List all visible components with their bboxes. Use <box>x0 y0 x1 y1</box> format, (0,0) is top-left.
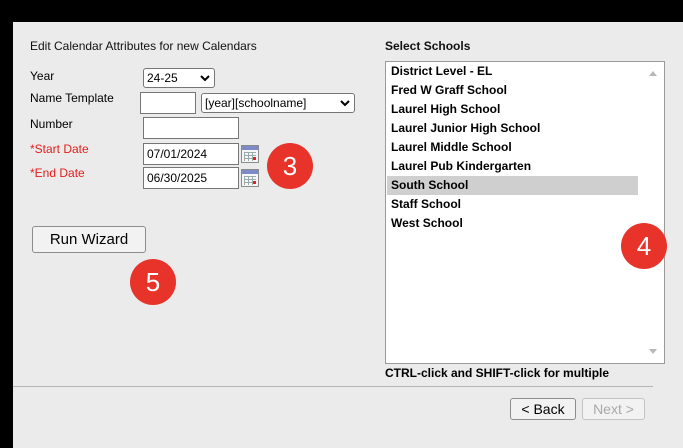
list-item[interactable]: District Level - EL <box>387 62 638 81</box>
year-select[interactable]: 24-25 <box>143 68 215 88</box>
list-item[interactable]: Staff School <box>387 195 638 214</box>
list-item[interactable]: Laurel Middle School <box>387 138 638 157</box>
multi-select-hint: CTRL-click and SHIFT-click for multiple <box>385 366 610 380</box>
name-template-select-value: [year][schoolname] <box>205 96 307 110</box>
schools-listbox[interactable]: District Level - EL Fred W Graff School … <box>385 61 665 364</box>
start-date-input[interactable]: 07/01/2024 <box>143 143 239 165</box>
list-item[interactable]: Laurel Pub Kindergarten <box>387 157 638 176</box>
wizard-panel: Edit Calendar Attributes for new Calenda… <box>13 22 683 448</box>
year-select-value: 24-25 <box>147 71 178 85</box>
calendar-icon[interactable] <box>241 169 259 187</box>
list-item[interactable]: Laurel Junior High School <box>387 119 638 138</box>
year-label: Year <box>30 69 55 83</box>
step-badge-5: 5 <box>130 259 176 305</box>
select-schools-title: Select Schools <box>385 39 471 53</box>
name-template-select[interactable]: [year][schoolname] <box>201 93 355 113</box>
end-date-input[interactable]: 06/30/2025 <box>143 167 239 189</box>
scrollbar[interactable] <box>642 62 664 363</box>
back-button[interactable]: < Back <box>510 398 576 420</box>
step-badge-3: 3 <box>267 143 313 189</box>
name-template-label: Name Template <box>30 91 114 105</box>
list-item[interactable]: Fred W Graff School <box>387 81 638 100</box>
list-item[interactable]: Laurel High School <box>387 100 638 119</box>
name-template-input[interactable] <box>140 92 196 114</box>
step-badge-4: 4 <box>621 223 667 269</box>
next-button[interactable]: Next > <box>582 398 645 420</box>
scroll-down-icon[interactable] <box>649 349 657 354</box>
number-input[interactable] <box>143 117 239 139</box>
run-wizard-button[interactable]: Run Wizard <box>32 226 146 253</box>
start-date-label: *Start Date <box>30 142 89 156</box>
chevron-down-icon <box>200 75 210 82</box>
list-item[interactable]: West School <box>387 214 638 233</box>
number-label: Number <box>30 117 73 131</box>
calendar-icon[interactable] <box>241 145 259 163</box>
list-item-selected[interactable]: South School <box>387 176 638 195</box>
calendar-attributes-title: Edit Calendar Attributes for new Calenda… <box>30 39 257 53</box>
chevron-down-icon <box>340 100 350 107</box>
end-date-label: *End Date <box>30 166 85 180</box>
scroll-up-icon[interactable] <box>649 71 657 76</box>
divider <box>13 386 653 387</box>
